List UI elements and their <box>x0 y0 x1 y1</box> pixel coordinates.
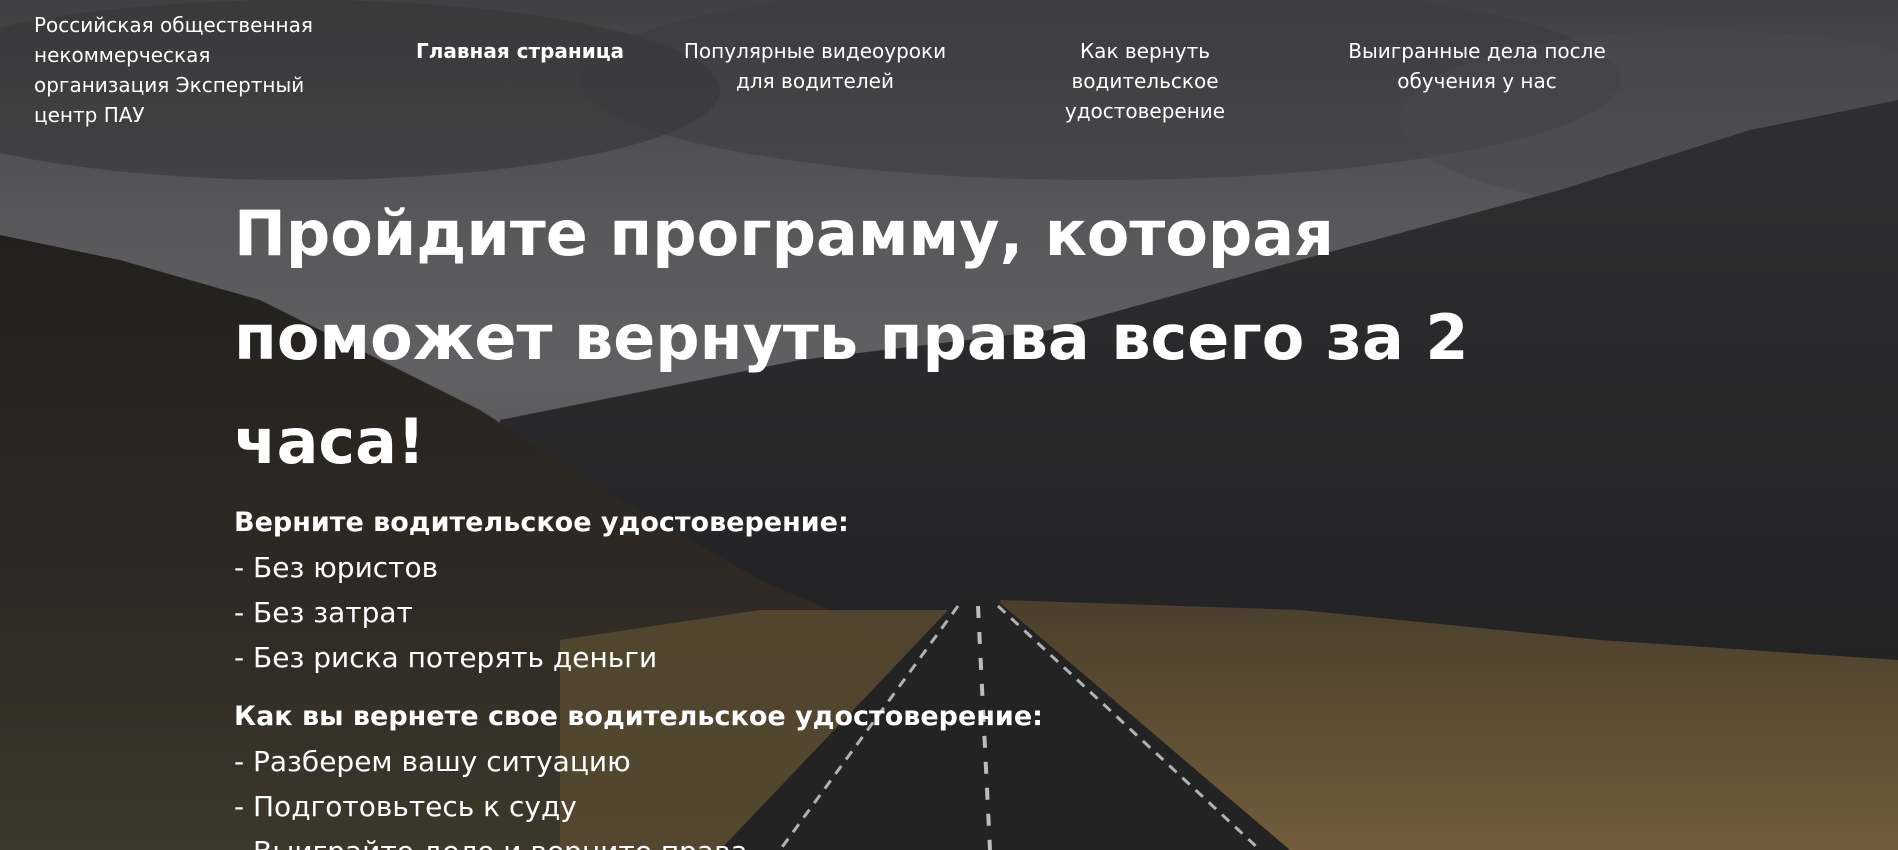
step-item: - Выиграйте дело и верните права <box>234 829 1634 850</box>
step-item: - Разберем вашу ситуацию <box>234 745 631 778</box>
benefit-item: - Без риска потерять деньги <box>234 641 658 674</box>
benefits-title: Верните водительское удостоверение: <box>234 507 849 538</box>
step-item: - Подготовьтесь к суду <box>234 790 577 823</box>
nav-item-return-license[interactable]: Как вернуть водительское удостоверение <box>1005 36 1285 126</box>
nav-item-won-cases[interactable]: Выигранные дела после обучения у нас <box>1345 36 1609 96</box>
nav-item-popular-videos[interactable]: Популярные видеоуроки для водителей <box>680 36 950 96</box>
hero-headline: Пройдите программу, которая поможет верн… <box>234 197 1469 478</box>
benefit-item: - Без юристов <box>234 551 439 584</box>
nav-item-home[interactable]: Главная страница <box>410 36 630 66</box>
hero-content: Пройдите программу, которая поможет верн… <box>234 182 1634 850</box>
hero-section: Российская общественная некоммерческая о… <box>0 0 1898 850</box>
benefit-item: - Без затрат <box>234 596 413 629</box>
organization-name: Российская общественная некоммерческая о… <box>34 13 313 127</box>
steps-title: Как вы вернете свое водительское удостов… <box>234 701 1043 732</box>
